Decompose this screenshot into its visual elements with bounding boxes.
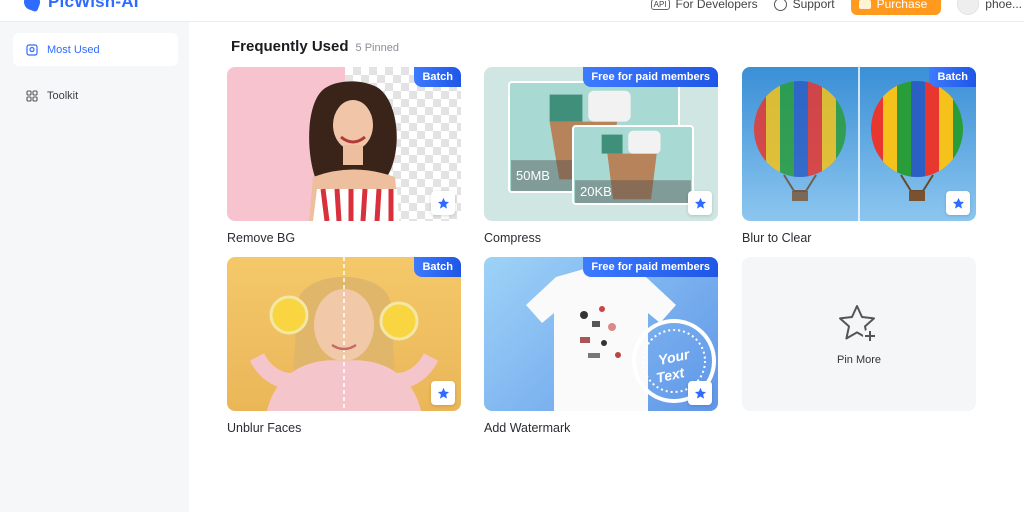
tool-label: Compress: [484, 231, 541, 245]
avatar: [957, 0, 980, 15]
compress-thumbnail[interactable]: 50MB 20KB Free for paid members: [484, 67, 718, 221]
top-bar: PicWish-AI API For Developers Support Pu…: [0, 0, 1024, 22]
pin-button[interactable]: [431, 381, 455, 405]
star-icon: [437, 197, 449, 209]
pin-button[interactable]: [688, 191, 712, 215]
tool-card-blur-to-clear[interactable]: Batch Blur to Clear: [742, 67, 976, 245]
pin-button[interactable]: [688, 381, 712, 405]
batch-badge: Batch: [414, 67, 461, 87]
api-icon: API: [650, 0, 670, 10]
paid-members-badge: Free for paid members: [583, 257, 718, 277]
support-icon: [773, 0, 787, 11]
hot-air-balloon-image: [754, 67, 963, 221]
user-name: phoe...: [985, 0, 1022, 11]
portrait-woman-image: [309, 81, 399, 221]
user-menu[interactable]: phoe...: [957, 0, 1022, 15]
tshirt-image: [526, 269, 716, 411]
girl-with-lemons-image: [249, 257, 439, 411]
remove-bg-thumbnail[interactable]: Batch: [227, 67, 461, 221]
tool-card-compress[interactable]: 50MB 20KB Free for paid members Compress: [484, 67, 718, 245]
most-used-icon: [26, 43, 38, 56]
tool-label: Unblur Faces: [227, 421, 302, 435]
tool-card-add-watermark[interactable]: Your Text Free for paid members Add Wate…: [484, 257, 718, 435]
tool-label: Remove BG: [227, 231, 296, 245]
purchase-label: Purchase: [876, 0, 928, 11]
star-icon: [437, 387, 449, 399]
pin-button[interactable]: [946, 191, 970, 215]
pinned-count: 5 Pinned: [355, 42, 399, 54]
pin-button[interactable]: [431, 191, 455, 215]
sidebar: Most Used Toolkit: [0, 22, 189, 512]
compressed-size: 20KB: [580, 184, 612, 199]
batch-badge: Batch: [929, 67, 976, 87]
brand-logo[interactable]: PicWish-AI: [21, 0, 139, 13]
star-icon: [694, 197, 706, 209]
support-label: Support: [792, 0, 835, 11]
unblur-faces-thumbnail[interactable]: Batch: [227, 257, 461, 411]
tool-label: Add Watermark: [484, 421, 571, 435]
sidebar-item-toolkit[interactable]: Toolkit: [13, 79, 178, 112]
sidebar-item-most-used[interactable]: Most Used: [13, 33, 178, 66]
batch-badge: Batch: [414, 257, 461, 277]
brand-name: PicWish-AI: [48, 0, 139, 11]
page-title: Frequently Used: [231, 38, 349, 55]
paid-members-badge: Free for paid members: [583, 67, 718, 87]
tool-card-unblur-faces[interactable]: Batch Unblur Faces: [227, 257, 461, 435]
original-size: 50MB: [516, 168, 550, 183]
logo-icon: [21, 0, 43, 13]
sidebar-item-label: Most Used: [47, 43, 100, 56]
star-add-icon: [839, 305, 877, 343]
pin-more-button[interactable]: Pin More: [742, 257, 976, 411]
blur-to-clear-thumbnail[interactable]: Batch: [742, 67, 976, 221]
purchase-button[interactable]: Purchase: [850, 0, 942, 15]
tool-label: Blur to Clear: [742, 231, 812, 245]
small-image-preview: 20KB: [572, 125, 694, 205]
tool-card-remove-bg[interactable]: Batch Remove BG: [227, 67, 461, 245]
grid-icon: [26, 89, 38, 102]
add-watermark-thumbnail[interactable]: Your Text Free for paid members: [484, 257, 718, 411]
sidebar-item-label: Toolkit: [47, 89, 79, 102]
pin-more-label: Pin More: [836, 354, 882, 366]
star-icon: [952, 197, 964, 209]
support-link[interactable]: Support: [773, 0, 835, 11]
star-icon: [694, 387, 706, 399]
purchase-icon: [858, 0, 871, 9]
section-header: Frequently Used 5 Pinned: [231, 38, 399, 55]
developers-label: For Developers: [675, 0, 758, 11]
developers-link[interactable]: API For Developers: [650, 0, 758, 11]
